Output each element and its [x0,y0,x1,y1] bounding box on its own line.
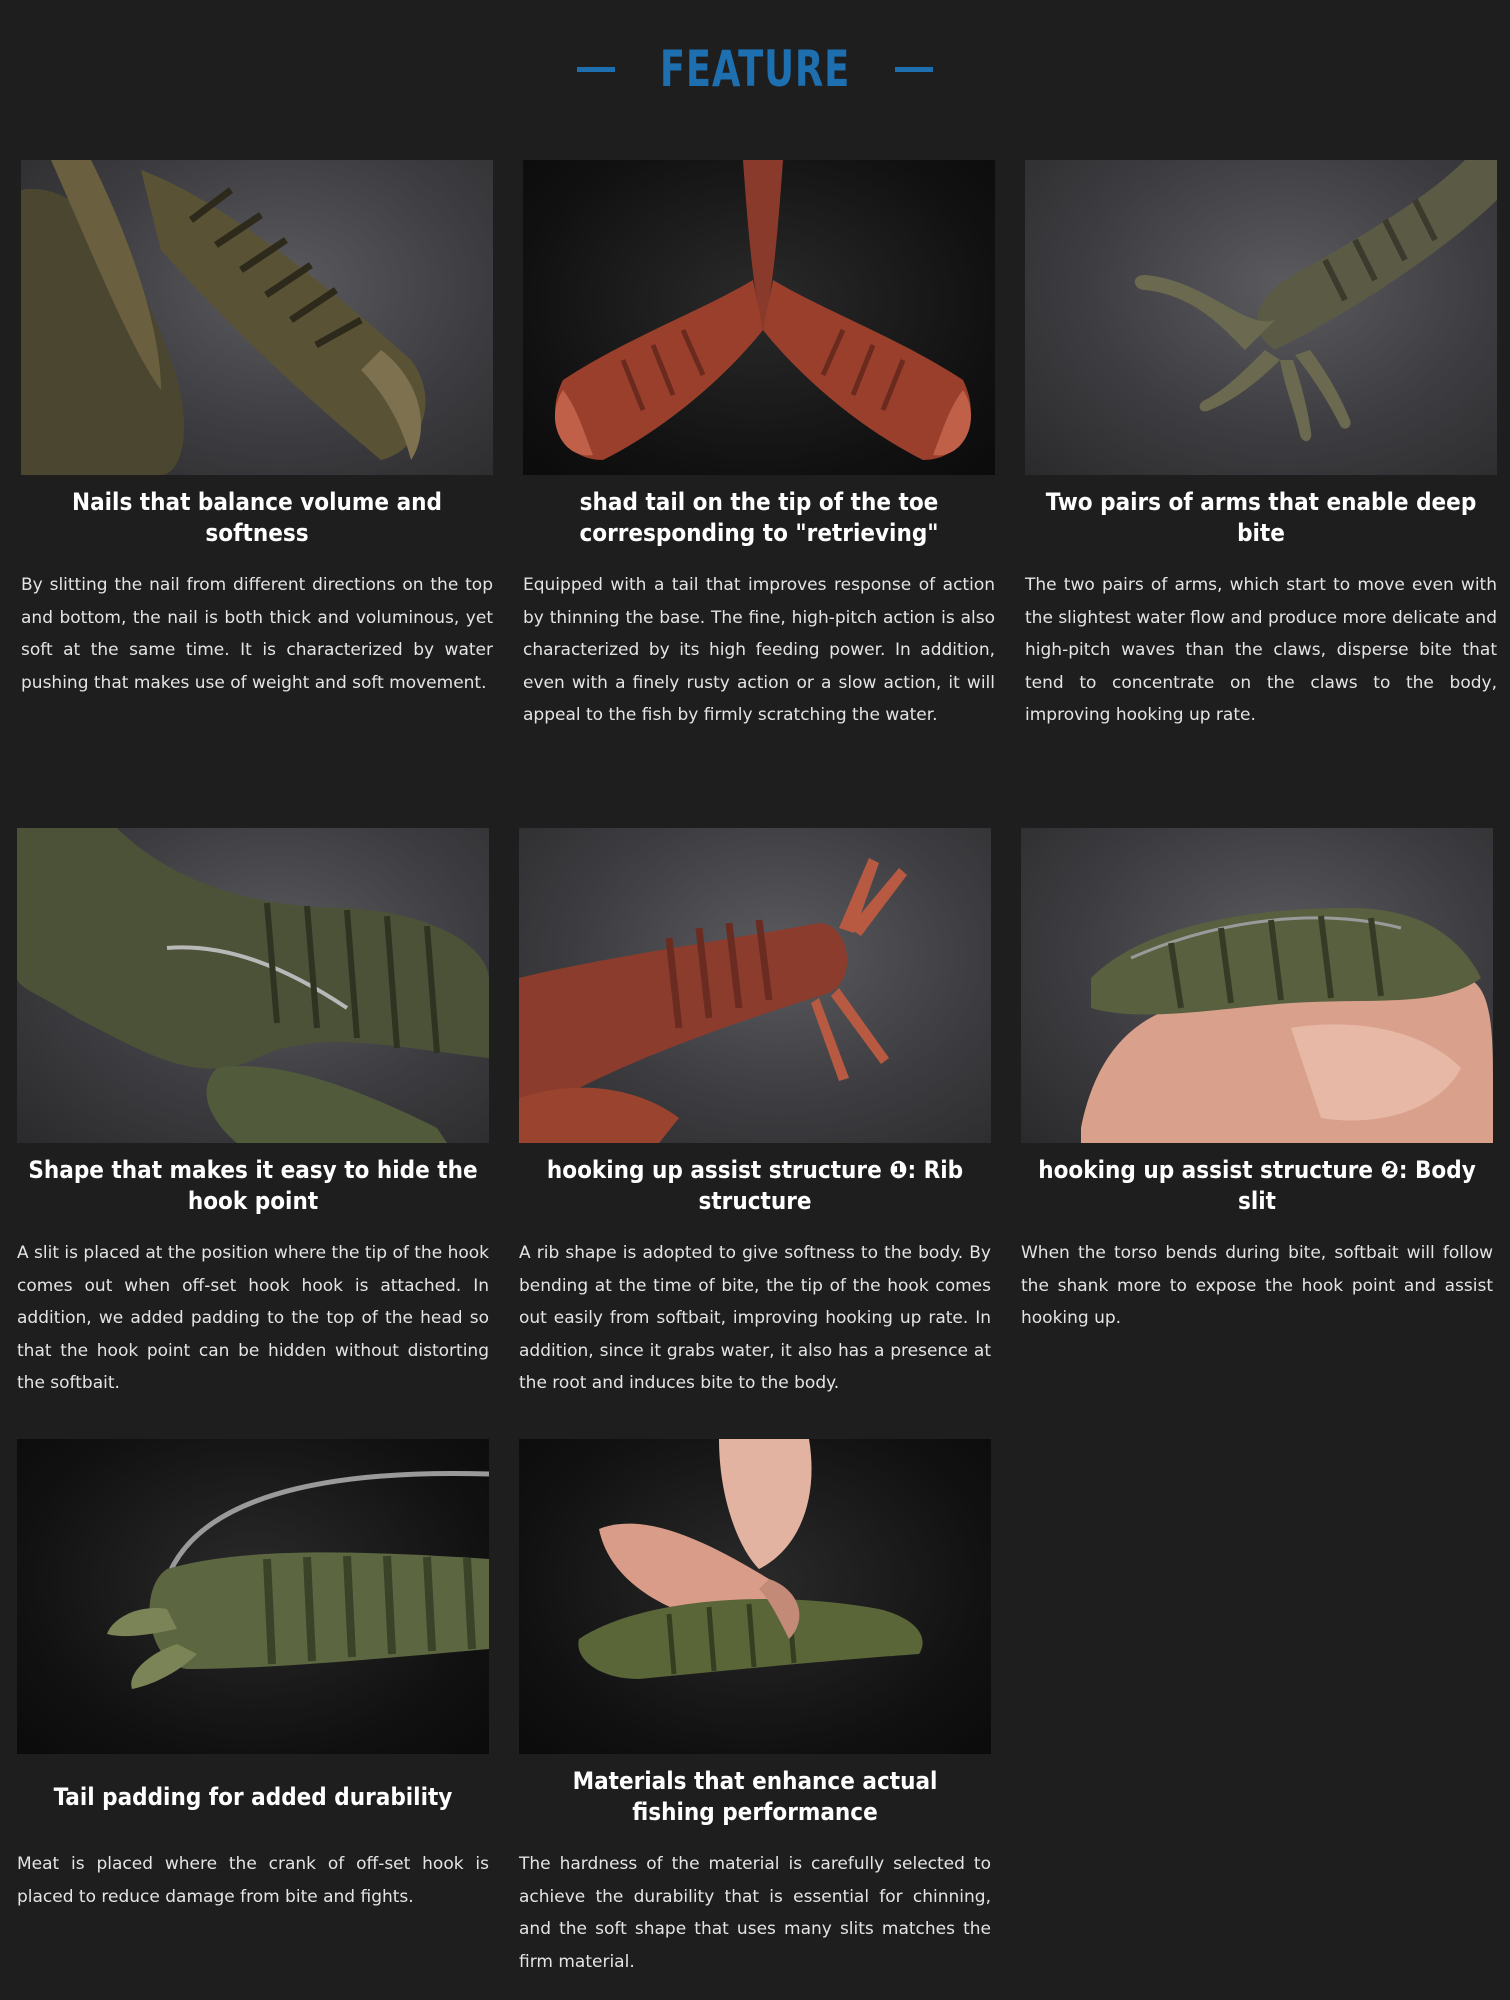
feature-card-rib-structure: hooking up assist structure ❶: Rib struc… [519,828,991,1400]
feature-title: Nails that balance volume and softness [72,488,442,547]
feature-description: The two pairs of arms, which start to mo… [1025,575,1497,725]
olive-claw-closeup-photo [21,160,493,475]
fingers-bending-bait-photo [1021,828,1493,1143]
feature-title: Materials that enhance actual fishing pe… [572,1767,938,1826]
red-ribs-photo [519,828,991,1143]
feature-description: By slitting the nail from different dire… [21,575,493,693]
feature-title: Shape that makes it easy to hide the hoo… [28,1156,478,1215]
feature-title: shad tail on the tip of the toe correspo… [579,488,939,547]
feature-title: Tail padding for added durability [53,1782,453,1811]
feature-card-two-arms: Two pairs of arms that enable deep bite … [1025,160,1497,732]
feature-description: Equipped with a tail that improves respo… [523,575,995,725]
feature-description: When the torso bends during bite, softba… [1021,1243,1493,1328]
fingers-pinching-bait-photo [519,1439,991,1754]
olive-arms-photo [1025,160,1497,475]
feature-card-nails: Nails that balance volume and softness B… [21,160,493,699]
green-claw-hook-photo [17,828,489,1143]
rigged-bait-photo [17,1439,489,1754]
feature-card-hide-hook: Shape that makes it easy to hide the hoo… [17,828,489,1400]
section-header: FEATURE [0,38,1510,100]
feature-description: Meat is placed where the crank of off-se… [17,1854,489,1907]
feature-card-shad-tail: shad tail on the tip of the toe correspo… [523,160,995,732]
header-left-dash [577,66,615,72]
feature-card-materials: Materials that enhance actual fishing pe… [519,1439,991,1978]
feature-description: The hardness of the material is carefull… [519,1854,991,1972]
section-title: FEATURE [659,40,851,98]
feature-title: hooking up assist structure ❶: Rib struc… [546,1156,964,1215]
red-claws-photo [523,160,995,475]
feature-title: hooking up assist structure ❷: Body slit [1038,1156,1476,1215]
header-right-dash [895,66,933,72]
feature-title: Two pairs of arms that enable deep bite [1045,488,1477,547]
feature-card-body-slit: hooking up assist structure ❷: Body slit… [1021,828,1493,1335]
feature-description: A rib shape is adopted to give softness … [519,1243,991,1393]
feature-description: A slit is placed at the position where t… [17,1243,489,1393]
feature-card-tail-padding: Tail padding for added durability Meat i… [17,1439,489,1913]
